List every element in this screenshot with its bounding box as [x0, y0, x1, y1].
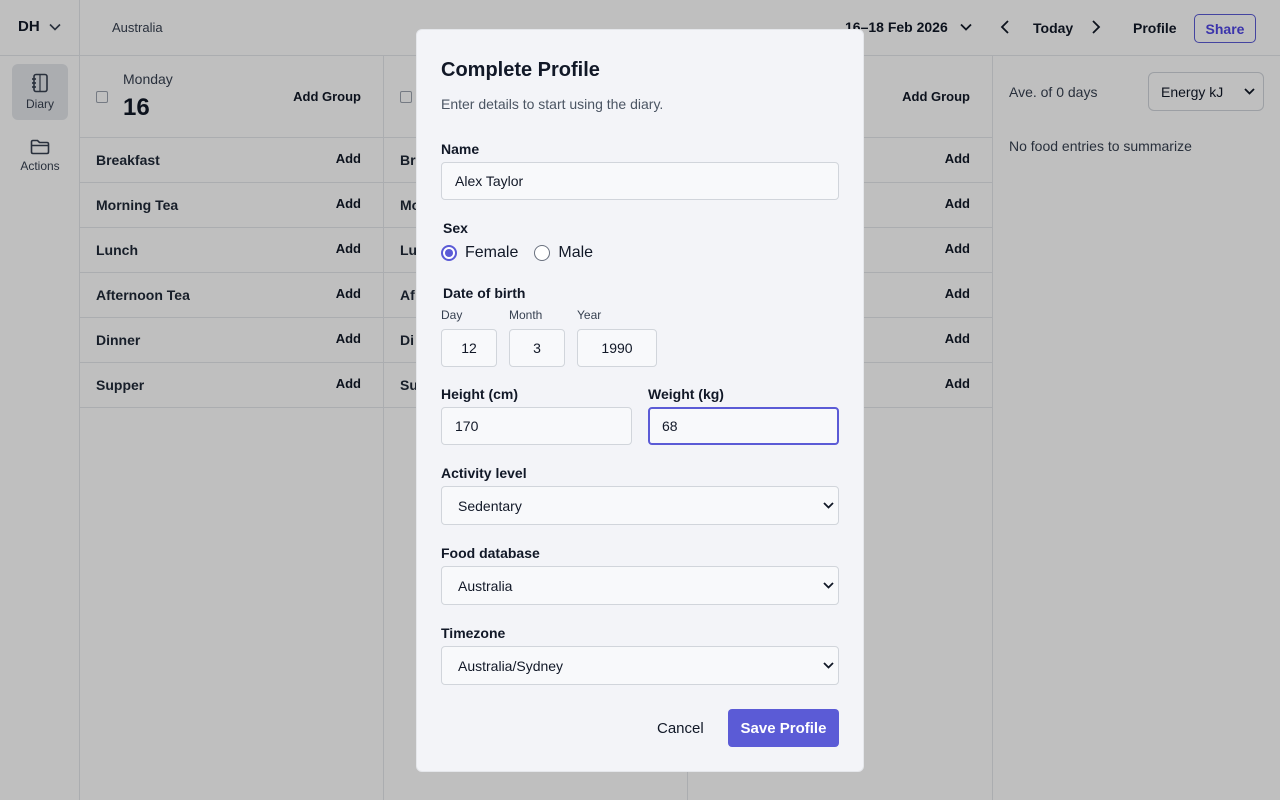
dob-month-input[interactable]: 3	[509, 329, 565, 367]
timezone-select[interactable]: Australia/Sydney	[441, 646, 839, 685]
cancel-button[interactable]: Cancel	[657, 720, 704, 737]
weight-label: Weight (kg)	[648, 386, 724, 402]
name-label: Name	[441, 141, 480, 157]
activity-select-value: Sedentary	[458, 497, 522, 514]
sex-label: Sex	[443, 220, 468, 236]
radio-selected[interactable]	[441, 245, 457, 261]
food-database-select-value: Australia	[458, 577, 513, 594]
chevron-down-icon	[823, 662, 834, 669]
weight-input[interactable]: 68	[648, 407, 839, 445]
sex-radio-group: Female Male	[441, 244, 609, 262]
dob-label: Date of birth	[443, 285, 526, 301]
activity-label: Activity level	[441, 465, 527, 481]
radio-unselected[interactable]	[534, 245, 551, 261]
dob-year-label: Year	[577, 308, 602, 322]
complete-profile-dialog: Complete Profile Enter details to start …	[416, 29, 864, 772]
height-label: Height (cm)	[441, 386, 518, 402]
dialog-title: Complete Profile	[441, 59, 600, 81]
save-profile-button[interactable]: Save Profile	[728, 709, 839, 747]
timezone-select-value: Australia/Sydney	[458, 657, 564, 674]
chevron-down-icon	[823, 582, 834, 589]
radio-label: Male	[558, 244, 594, 261]
chevron-down-icon	[823, 502, 834, 509]
dob-day-input[interactable]: 12	[441, 329, 497, 367]
food-database-select[interactable]: Australia	[441, 566, 839, 605]
dob-day-label: Day	[441, 308, 463, 322]
sex-option-male[interactable]: Male	[534, 244, 593, 262]
food-database-label: Food database	[441, 545, 540, 561]
timezone-label: Timezone	[441, 625, 506, 641]
dob-month-label: Month	[509, 308, 543, 322]
height-input[interactable]: 170	[441, 407, 632, 445]
name-input[interactable]: Alex Taylor	[441, 162, 839, 200]
activity-select[interactable]: Sedentary	[441, 486, 839, 525]
radio-label: Female	[465, 244, 519, 261]
dob-year-input[interactable]: 1990	[577, 329, 657, 367]
dialog-subtitle: Enter details to start using the diary.	[441, 96, 664, 112]
sex-option-female[interactable]: Female	[441, 244, 518, 262]
